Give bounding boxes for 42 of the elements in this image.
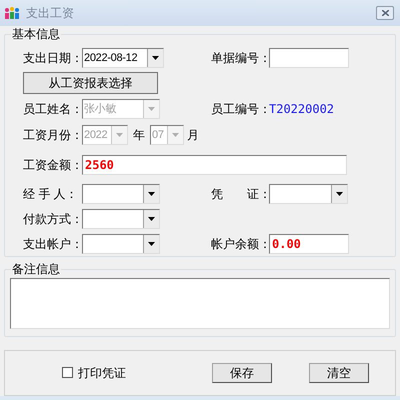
window-title: 支出工资 [26, 5, 74, 22]
dropdown-arrow-icon [148, 192, 155, 196]
close-icon [382, 10, 388, 16]
field-label: 工资月份： [23, 127, 82, 144]
close-button[interactable] [376, 6, 394, 20]
field-label: 员工编号： [211, 101, 269, 118]
dropdown-arrow-icon [172, 133, 179, 137]
dropdown-arrow-icon [148, 242, 155, 246]
amount-field[interactable]: 2560 [82, 155, 347, 175]
group-title: 备注信息 [11, 261, 61, 277]
voucher-dropdown[interactable] [269, 184, 348, 204]
remarks-field[interactable] [10, 278, 390, 329]
dropdown-arrow-icon [148, 217, 155, 221]
date-dropdown[interactable]: 2022-08-12 [82, 48, 164, 68]
checkbox-label: 打印凭证 [78, 364, 126, 382]
action-button[interactable]: 保存 [212, 362, 272, 383]
payment-method-dropdown[interactable] [82, 209, 160, 229]
dropdown-arrow-icon [152, 56, 159, 60]
year-unit: 年 [133, 127, 145, 144]
handler-dropdown[interactable] [82, 184, 160, 204]
group-title: 基本信息 [11, 26, 61, 42]
field-label: 员工姓名： [23, 101, 82, 118]
balance-field[interactable]: 0.00 [269, 234, 349, 254]
select-from-payroll-button[interactable]: 从工资报表选择 [23, 72, 158, 94]
input-field[interactable] [269, 48, 349, 68]
field-label: 工资金额： [23, 157, 82, 174]
dropdown-arrow-icon [336, 192, 343, 196]
field-label: 支出日期： [23, 50, 82, 67]
field-label: 经 手 人： [23, 186, 79, 203]
field-label: 支出帐户： [23, 236, 82, 253]
account-dropdown[interactable] [82, 234, 160, 254]
employee-id: T20220002 [269, 101, 334, 118]
dropdown-arrow-icon [116, 133, 123, 137]
people-icon [4, 6, 20, 20]
month-unit: 月 [187, 127, 199, 144]
field-label: 帐户余额： [211, 236, 269, 253]
checkbox[interactable] [62, 367, 73, 378]
field-label: 付款方式： [23, 211, 82, 228]
field-label: 凭 证： [211, 186, 269, 203]
dropdown-arrow-icon [148, 107, 155, 111]
field-label: 单据编号： [211, 50, 269, 67]
action-button[interactable]: 清空 [309, 362, 369, 383]
